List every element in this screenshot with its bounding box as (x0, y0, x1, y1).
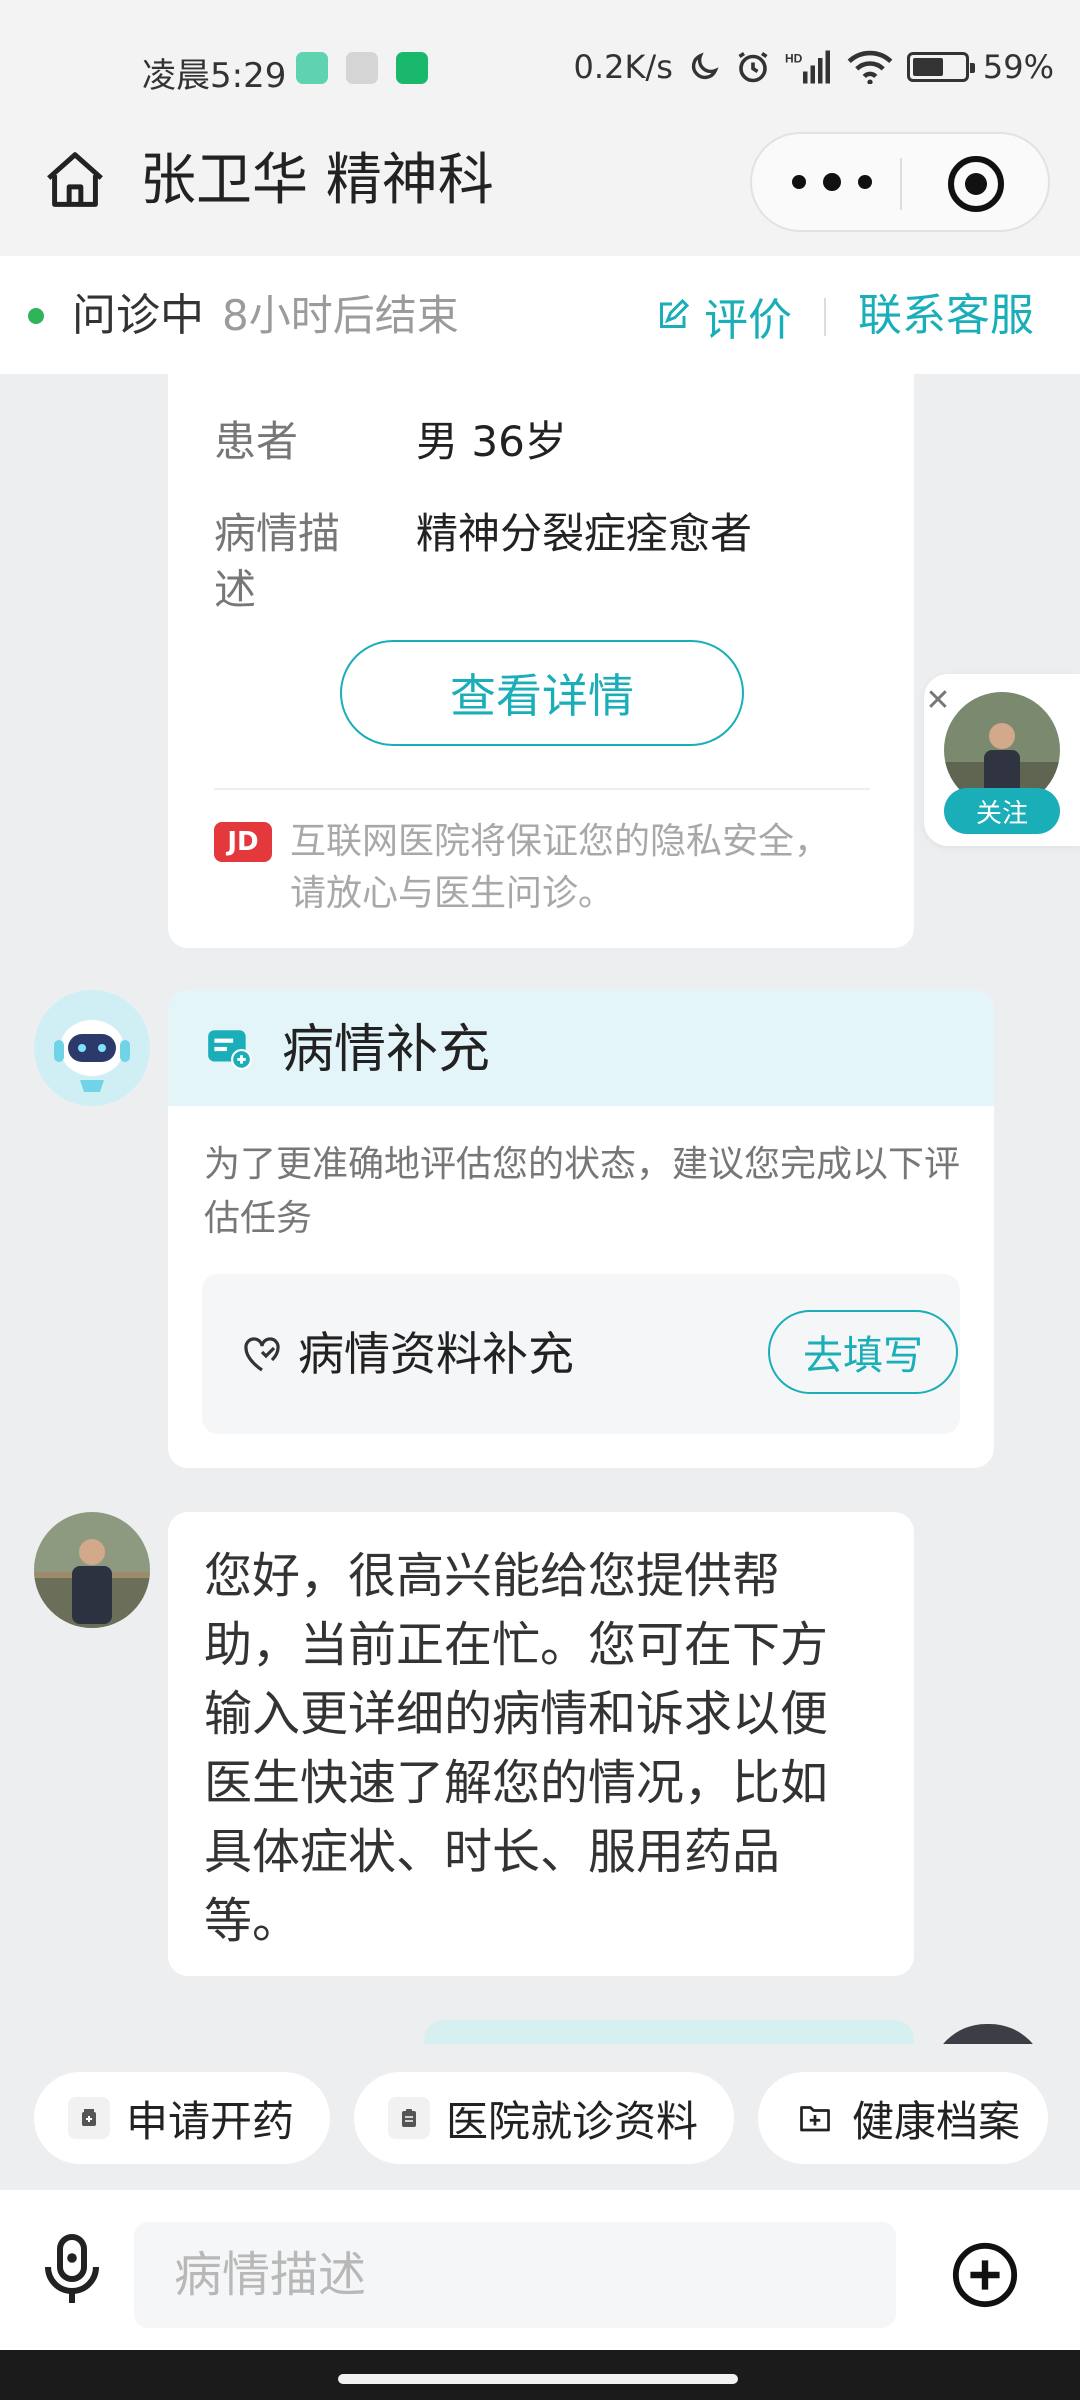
status-indicators: 0.2K/s HD 59% (574, 48, 1054, 86)
health-records-chip[interactable]: 健康档案 (758, 2072, 1048, 2164)
supplement-description: 为了更准确地评估您的状态，建议您完成以下评估任务 (204, 1144, 961, 1239)
app-icon-1 (296, 52, 328, 84)
description-label: 病情描述 (214, 509, 341, 614)
consult-status-bar: 问诊中 8小时后结束 评价 联系客服 (0, 256, 1080, 374)
svg-text:HD: HD (785, 52, 803, 66)
target-icon[interactable] (948, 156, 1004, 212)
supplement-title: 病情补充 (282, 1020, 491, 1080)
chip-label: 健康档案 (852, 2096, 1021, 2146)
fill-in-button[interactable]: 去填写 (768, 1310, 958, 1394)
quick-actions-bar: 申请开药 医院就诊资料 健康档案 (0, 2044, 1080, 2190)
action-divider (824, 298, 826, 336)
jd-logo: JD (214, 822, 272, 862)
heart-hand-icon (244, 1337, 280, 1372)
apply-medicine-chip[interactable]: 申请开药 (34, 2072, 330, 2164)
card-divider (214, 788, 870, 790)
home-icon[interactable] (40, 146, 110, 216)
folder-plus-icon (794, 2097, 836, 2139)
medicine-icon (68, 2097, 110, 2139)
chip-label: 医院就诊资料 (446, 2096, 699, 2146)
doctor-avatar[interactable] (34, 1512, 150, 1628)
patient-label: 患者 (214, 417, 299, 466)
page-title: 张卫华 精神科 (140, 148, 494, 213)
mini-program-capsule (750, 132, 1050, 232)
battery-level (912, 58, 943, 76)
contact-service-button[interactable]: 联系客服 (858, 286, 1034, 346)
system-gesture-bar (0, 2350, 1080, 2400)
shield-app-icon (346, 52, 378, 84)
battery-icon (906, 52, 975, 82)
status-dot (28, 308, 44, 324)
assistant-robot-avatar (34, 990, 150, 1106)
status-bar: 凌晨5:29 0.2K/s HD 59% (0, 0, 1080, 132)
follow-button[interactable]: 关注 (944, 788, 1060, 834)
network-speed: 0.2K/s (573, 48, 673, 86)
edit-icon (660, 298, 690, 328)
nav-bar: 张卫华 精神科 (0, 132, 1080, 256)
message-input-bar (0, 2190, 1080, 2350)
chip-label: 申请开药 (126, 2096, 295, 2146)
privacy-note: 互联网医院将保证您的隐私安全，请放心与医生问诊。 (290, 821, 831, 914)
consult-remaining-time: 8小时后结束 (222, 291, 459, 340)
doctor-message-bubble: 您好，很高兴能给您提供帮助，当前正在忙。您可在下方输入更详细的病情和诉求以便医生… (168, 1512, 914, 1976)
plus-circle-icon[interactable] (950, 2240, 1020, 2310)
description-value: 精神分裂症痊愈者 (416, 509, 753, 558)
view-details-button[interactable]: 查看详情 (340, 640, 744, 746)
follow-doctor-float: ✕ 关注 (924, 674, 1080, 846)
patient-info-card: 患者 男 36岁 病情描述 精神分裂症痊愈者 查看详情 JD 互联网医院将保证您… (168, 374, 914, 948)
alarm-icon (738, 52, 768, 83)
more-icon[interactable] (792, 162, 872, 202)
wifi-icon (847, 50, 893, 84)
condition-description-input[interactable] (134, 2222, 896, 2328)
status-time: 凌晨5:29 (142, 56, 287, 96)
task-label: 病情资料补充 (298, 1327, 574, 1381)
supplement-card-header: 病情补充 (168, 990, 994, 1106)
phone-app-icon (396, 52, 428, 84)
patient-value: 男 36岁 (416, 417, 567, 466)
rate-label: 评价 (704, 295, 792, 346)
close-icon[interactable]: ✕ (920, 682, 956, 718)
consult-state: 问诊中 (72, 290, 204, 341)
home-indicator[interactable] (338, 2374, 738, 2384)
medical-record-icon (208, 1030, 252, 1070)
condition-supplement-card: 病情补充 为了更准确地评估您的状态，建议您完成以下评估任务 病情资料补充 去填写 (168, 990, 994, 1468)
clipboard-icon (388, 2097, 430, 2139)
hd-signal-icon: HD (785, 50, 830, 84)
supplement-task-item[interactable]: 病情资料补充 去填写 (202, 1274, 960, 1434)
capsule-divider (900, 158, 902, 210)
rate-button[interactable]: 评价 (654, 286, 792, 346)
doctor-message-text: 您好，很高兴能给您提供帮助，当前正在忙。您可在下方输入更详细的病情和诉求以便医生… (204, 1548, 829, 1949)
moon-icon (691, 52, 719, 80)
microphone-icon[interactable] (42, 2234, 102, 2306)
hospital-records-chip[interactable]: 医院就诊资料 (354, 2072, 734, 2164)
battery-percent: 59% (982, 48, 1054, 86)
